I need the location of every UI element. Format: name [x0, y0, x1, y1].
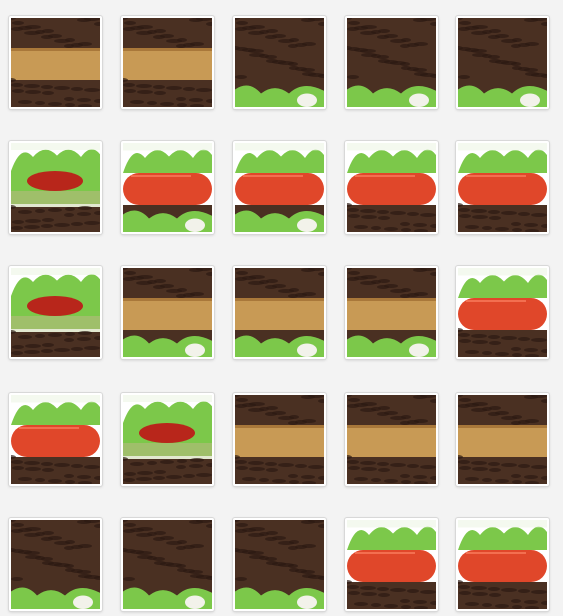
tile-image	[11, 520, 100, 609]
puzzle-tile-r1c4[interactable]	[345, 16, 438, 109]
tile-image	[347, 143, 436, 232]
tile-image	[235, 143, 324, 232]
tile-image	[347, 18, 436, 107]
puzzle-tile-r4c3[interactable]	[233, 393, 326, 486]
tile-image	[235, 18, 324, 107]
puzzle-tile-r2c5[interactable]	[456, 141, 549, 234]
tile-image	[458, 268, 547, 357]
puzzle-tile-r3c1[interactable]	[9, 266, 102, 359]
puzzle-tile-r2c2[interactable]	[121, 141, 214, 234]
puzzle-tile-r3c2[interactable]	[121, 266, 214, 359]
puzzle-tile-r4c2[interactable]	[121, 393, 214, 486]
tile-image	[347, 268, 436, 357]
tile-image	[347, 520, 436, 609]
puzzle-tile-r5c1[interactable]	[9, 518, 102, 611]
puzzle-tile-r4c1[interactable]	[9, 393, 102, 486]
puzzle-tile-r5c4[interactable]	[345, 518, 438, 611]
puzzle-tile-r3c4[interactable]	[345, 266, 438, 359]
tile-image	[11, 18, 100, 107]
tile-image	[123, 268, 212, 357]
puzzle-tile-r5c5[interactable]	[456, 518, 549, 611]
tile-image	[235, 520, 324, 609]
puzzle-tile-r3c5[interactable]	[456, 266, 549, 359]
tile-image	[123, 143, 212, 232]
puzzle-tile-r2c4[interactable]	[345, 141, 438, 234]
tile-image	[123, 18, 212, 107]
puzzle-tile-r2c3[interactable]	[233, 141, 326, 234]
puzzle-tile-r4c5[interactable]	[456, 393, 549, 486]
tile-image	[235, 395, 324, 484]
puzzle-tile-r1c3[interactable]	[233, 16, 326, 109]
puzzle-tile-r5c2[interactable]	[121, 518, 214, 611]
tile-image	[11, 143, 100, 232]
tile-image	[458, 18, 547, 107]
tile-image	[458, 395, 547, 484]
puzzle-board	[0, 0, 563, 616]
puzzle-tile-r1c2[interactable]	[121, 16, 214, 109]
puzzle-tile-r1c1[interactable]	[9, 16, 102, 109]
tile-image	[458, 520, 547, 609]
tile-image	[347, 395, 436, 484]
puzzle-tile-r2c1[interactable]	[9, 141, 102, 234]
tile-image	[458, 143, 547, 232]
puzzle-tile-r5c3[interactable]	[233, 518, 326, 611]
tile-image	[123, 520, 212, 609]
puzzle-tile-r4c4[interactable]	[345, 393, 438, 486]
puzzle-tile-r1c5[interactable]	[456, 16, 549, 109]
puzzle-tile-r3c3[interactable]	[233, 266, 326, 359]
tile-image	[235, 268, 324, 357]
tile-image	[11, 268, 100, 357]
tile-image	[123, 395, 212, 484]
tile-image	[11, 395, 100, 484]
